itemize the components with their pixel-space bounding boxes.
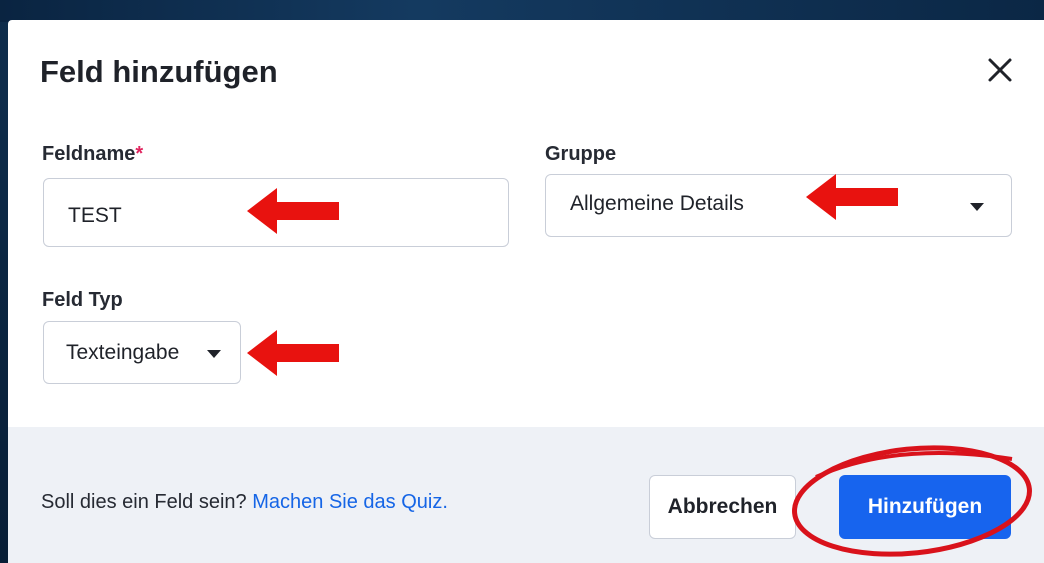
caret-down-icon bbox=[207, 350, 221, 358]
backdrop bbox=[0, 0, 1044, 22]
cancel-button[interactable]: Abbrechen bbox=[649, 475, 796, 539]
group-label: Gruppe bbox=[545, 143, 617, 165]
field-name-value: TEST bbox=[68, 203, 122, 227]
field-name-label: Feldname* bbox=[42, 143, 143, 166]
group-select[interactable]: Allgemeine Details bbox=[545, 174, 1012, 237]
field-type-selected-value: Texteingabe bbox=[66, 340, 180, 364]
field-name-label-text: Feldname bbox=[42, 143, 136, 165]
quiz-link[interactable]: Machen Sie das Quiz. bbox=[252, 491, 448, 513]
close-button[interactable] bbox=[980, 50, 1020, 90]
required-marker: * bbox=[135, 143, 144, 165]
arrow-left-icon bbox=[247, 188, 339, 234]
arrow-left-icon bbox=[806, 174, 898, 220]
caret-down-icon bbox=[970, 203, 984, 211]
dialog-title: Feld hinzufügen bbox=[40, 54, 278, 89]
quiz-prompt: Soll dies ein Feld sein? Machen Sie das … bbox=[41, 491, 448, 514]
group-selected-value: Allgemeine Details bbox=[570, 191, 744, 215]
field-type-select[interactable]: Texteingabe bbox=[43, 321, 241, 384]
highlight-ellipse bbox=[792, 445, 1032, 557]
field-type-label: Feld Typ bbox=[42, 289, 123, 311]
quiz-question: Soll dies ein Feld sein? bbox=[41, 491, 253, 513]
close-x-icon bbox=[988, 58, 1012, 82]
arrow-left-icon bbox=[247, 330, 339, 376]
